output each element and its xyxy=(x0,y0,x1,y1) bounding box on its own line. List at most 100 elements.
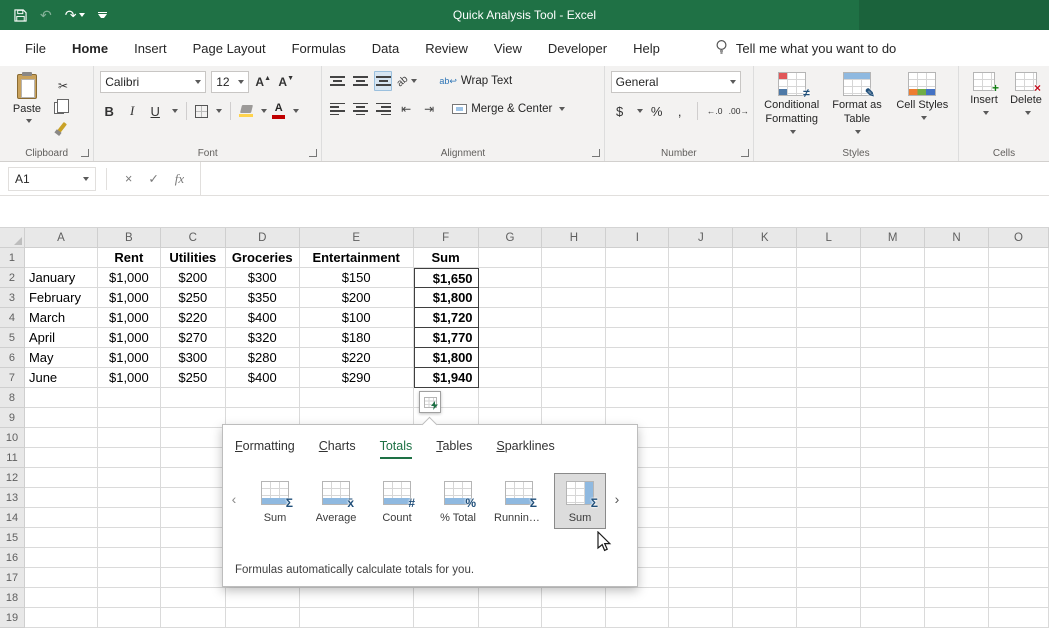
cell-H3[interactable] xyxy=(542,288,606,308)
cell-A17[interactable] xyxy=(25,568,98,588)
paste-button[interactable]: Paste xyxy=(6,74,48,145)
cell-B11[interactable] xyxy=(98,448,161,468)
insert-cells-button[interactable]: + Insert xyxy=(965,72,1003,145)
cell-M18[interactable] xyxy=(861,588,925,608)
cell-I6[interactable] xyxy=(606,348,669,368)
qa-option-running[interactable]: ΣRunning... xyxy=(493,473,545,529)
cell-N12[interactable] xyxy=(925,468,989,488)
increase-indent-icon[interactable]: ⇥ xyxy=(420,99,438,119)
cell-G6[interactable] xyxy=(479,348,543,368)
wrap-text-button[interactable]: ab↩Wrap Text xyxy=(439,75,512,87)
cell-O10[interactable] xyxy=(989,428,1049,448)
qa-option-sum[interactable]: ΣSum xyxy=(554,473,606,529)
column-header-J[interactable]: J xyxy=(669,228,733,248)
cell-B18[interactable] xyxy=(98,588,161,608)
cell-I18[interactable] xyxy=(606,588,669,608)
cell-C14[interactable] xyxy=(161,508,226,528)
underline-dropdown-icon[interactable] xyxy=(172,109,178,113)
name-box[interactable]: A1 xyxy=(8,167,96,191)
column-header-M[interactable]: M xyxy=(861,228,925,248)
column-header-K[interactable]: K xyxy=(733,228,797,248)
cell-K7[interactable] xyxy=(733,368,797,388)
alignment-dialog-launcher-icon[interactable] xyxy=(592,149,600,157)
cell-H2[interactable] xyxy=(542,268,606,288)
cell-C2[interactable]: $200 xyxy=(161,268,226,288)
cell-A10[interactable] xyxy=(25,428,98,448)
column-header-O[interactable]: O xyxy=(989,228,1049,248)
row-header-5[interactable]: 5 xyxy=(0,328,25,348)
cell-G3[interactable] xyxy=(479,288,543,308)
cell-M19[interactable] xyxy=(861,608,925,628)
cell-M1[interactable] xyxy=(861,248,925,268)
cell-M15[interactable] xyxy=(861,528,925,548)
column-header-B[interactable]: B xyxy=(98,228,161,248)
cell-K6[interactable] xyxy=(733,348,797,368)
font-name-combo[interactable]: Calibri xyxy=(100,71,206,93)
column-header-F[interactable]: F xyxy=(414,228,479,248)
row-header-18[interactable]: 18 xyxy=(0,588,25,608)
column-header-G[interactable]: G xyxy=(479,228,543,248)
cell-A18[interactable] xyxy=(25,588,98,608)
cell-B9[interactable] xyxy=(98,408,161,428)
cell-A14[interactable] xyxy=(25,508,98,528)
cell-J13[interactable] xyxy=(669,488,733,508)
column-header-A[interactable]: A xyxy=(25,228,98,248)
cell-H5[interactable] xyxy=(542,328,606,348)
cell-K12[interactable] xyxy=(733,468,797,488)
cell-O1[interactable] xyxy=(989,248,1049,268)
qa-option-total[interactable]: %% Total xyxy=(432,473,484,529)
cell-C15[interactable] xyxy=(161,528,226,548)
column-header-E[interactable]: E xyxy=(300,228,414,248)
cell-L7[interactable] xyxy=(797,368,861,388)
font-dialog-launcher-icon[interactable] xyxy=(309,149,317,157)
cell-B5[interactable]: $1,000 xyxy=(98,328,161,348)
undo-icon[interactable]: ↶ xyxy=(40,8,52,22)
cell-J18[interactable] xyxy=(669,588,733,608)
cell-E1[interactable]: Entertainment xyxy=(300,248,414,268)
cell-K11[interactable] xyxy=(733,448,797,468)
cell-D1[interactable]: Groceries xyxy=(226,248,300,268)
cell-L19[interactable] xyxy=(797,608,861,628)
cell-D5[interactable]: $320 xyxy=(226,328,300,348)
align-center-icon[interactable] xyxy=(353,102,368,117)
cell-N7[interactable] xyxy=(925,368,989,388)
cell-N3[interactable] xyxy=(925,288,989,308)
cell-A7[interactable]: June xyxy=(25,368,98,388)
insert-function-icon[interactable]: fx xyxy=(175,171,184,187)
cell-O9[interactable] xyxy=(989,408,1049,428)
underline-button[interactable]: U xyxy=(146,101,164,121)
fill-color-icon[interactable] xyxy=(239,105,253,118)
cell-N16[interactable] xyxy=(925,548,989,568)
cell-A15[interactable] xyxy=(25,528,98,548)
cell-D3[interactable]: $350 xyxy=(226,288,300,308)
cell-O4[interactable] xyxy=(989,308,1049,328)
column-header-C[interactable]: C xyxy=(161,228,226,248)
cell-C13[interactable] xyxy=(161,488,226,508)
cell-O7[interactable] xyxy=(989,368,1049,388)
row-header-16[interactable]: 16 xyxy=(0,548,25,568)
cell-C4[interactable]: $220 xyxy=(161,308,226,328)
cell-L12[interactable] xyxy=(797,468,861,488)
cell-A19[interactable] xyxy=(25,608,98,628)
cell-H19[interactable] xyxy=(542,608,606,628)
cell-B12[interactable] xyxy=(98,468,161,488)
row-header-12[interactable]: 12 xyxy=(0,468,25,488)
cell-N4[interactable] xyxy=(925,308,989,328)
cell-C18[interactable] xyxy=(161,588,226,608)
number-dialog-launcher-icon[interactable] xyxy=(741,149,749,157)
cell-I19[interactable] xyxy=(606,608,669,628)
save-icon[interactable] xyxy=(14,9,27,22)
cell-D4[interactable]: $400 xyxy=(226,308,300,328)
cell-C9[interactable] xyxy=(161,408,226,428)
cell-I4[interactable] xyxy=(606,308,669,328)
cell-J8[interactable] xyxy=(669,388,733,408)
tab-data[interactable]: Data xyxy=(359,30,412,66)
cell-O18[interactable] xyxy=(989,588,1049,608)
cell-L13[interactable] xyxy=(797,488,861,508)
cell-B13[interactable] xyxy=(98,488,161,508)
cell-C12[interactable] xyxy=(161,468,226,488)
cell-E7[interactable]: $290 xyxy=(300,368,414,388)
cell-J12[interactable] xyxy=(669,468,733,488)
select-all-corner[interactable] xyxy=(0,228,25,248)
qa-tab-tables[interactable]: Tables xyxy=(436,439,472,459)
